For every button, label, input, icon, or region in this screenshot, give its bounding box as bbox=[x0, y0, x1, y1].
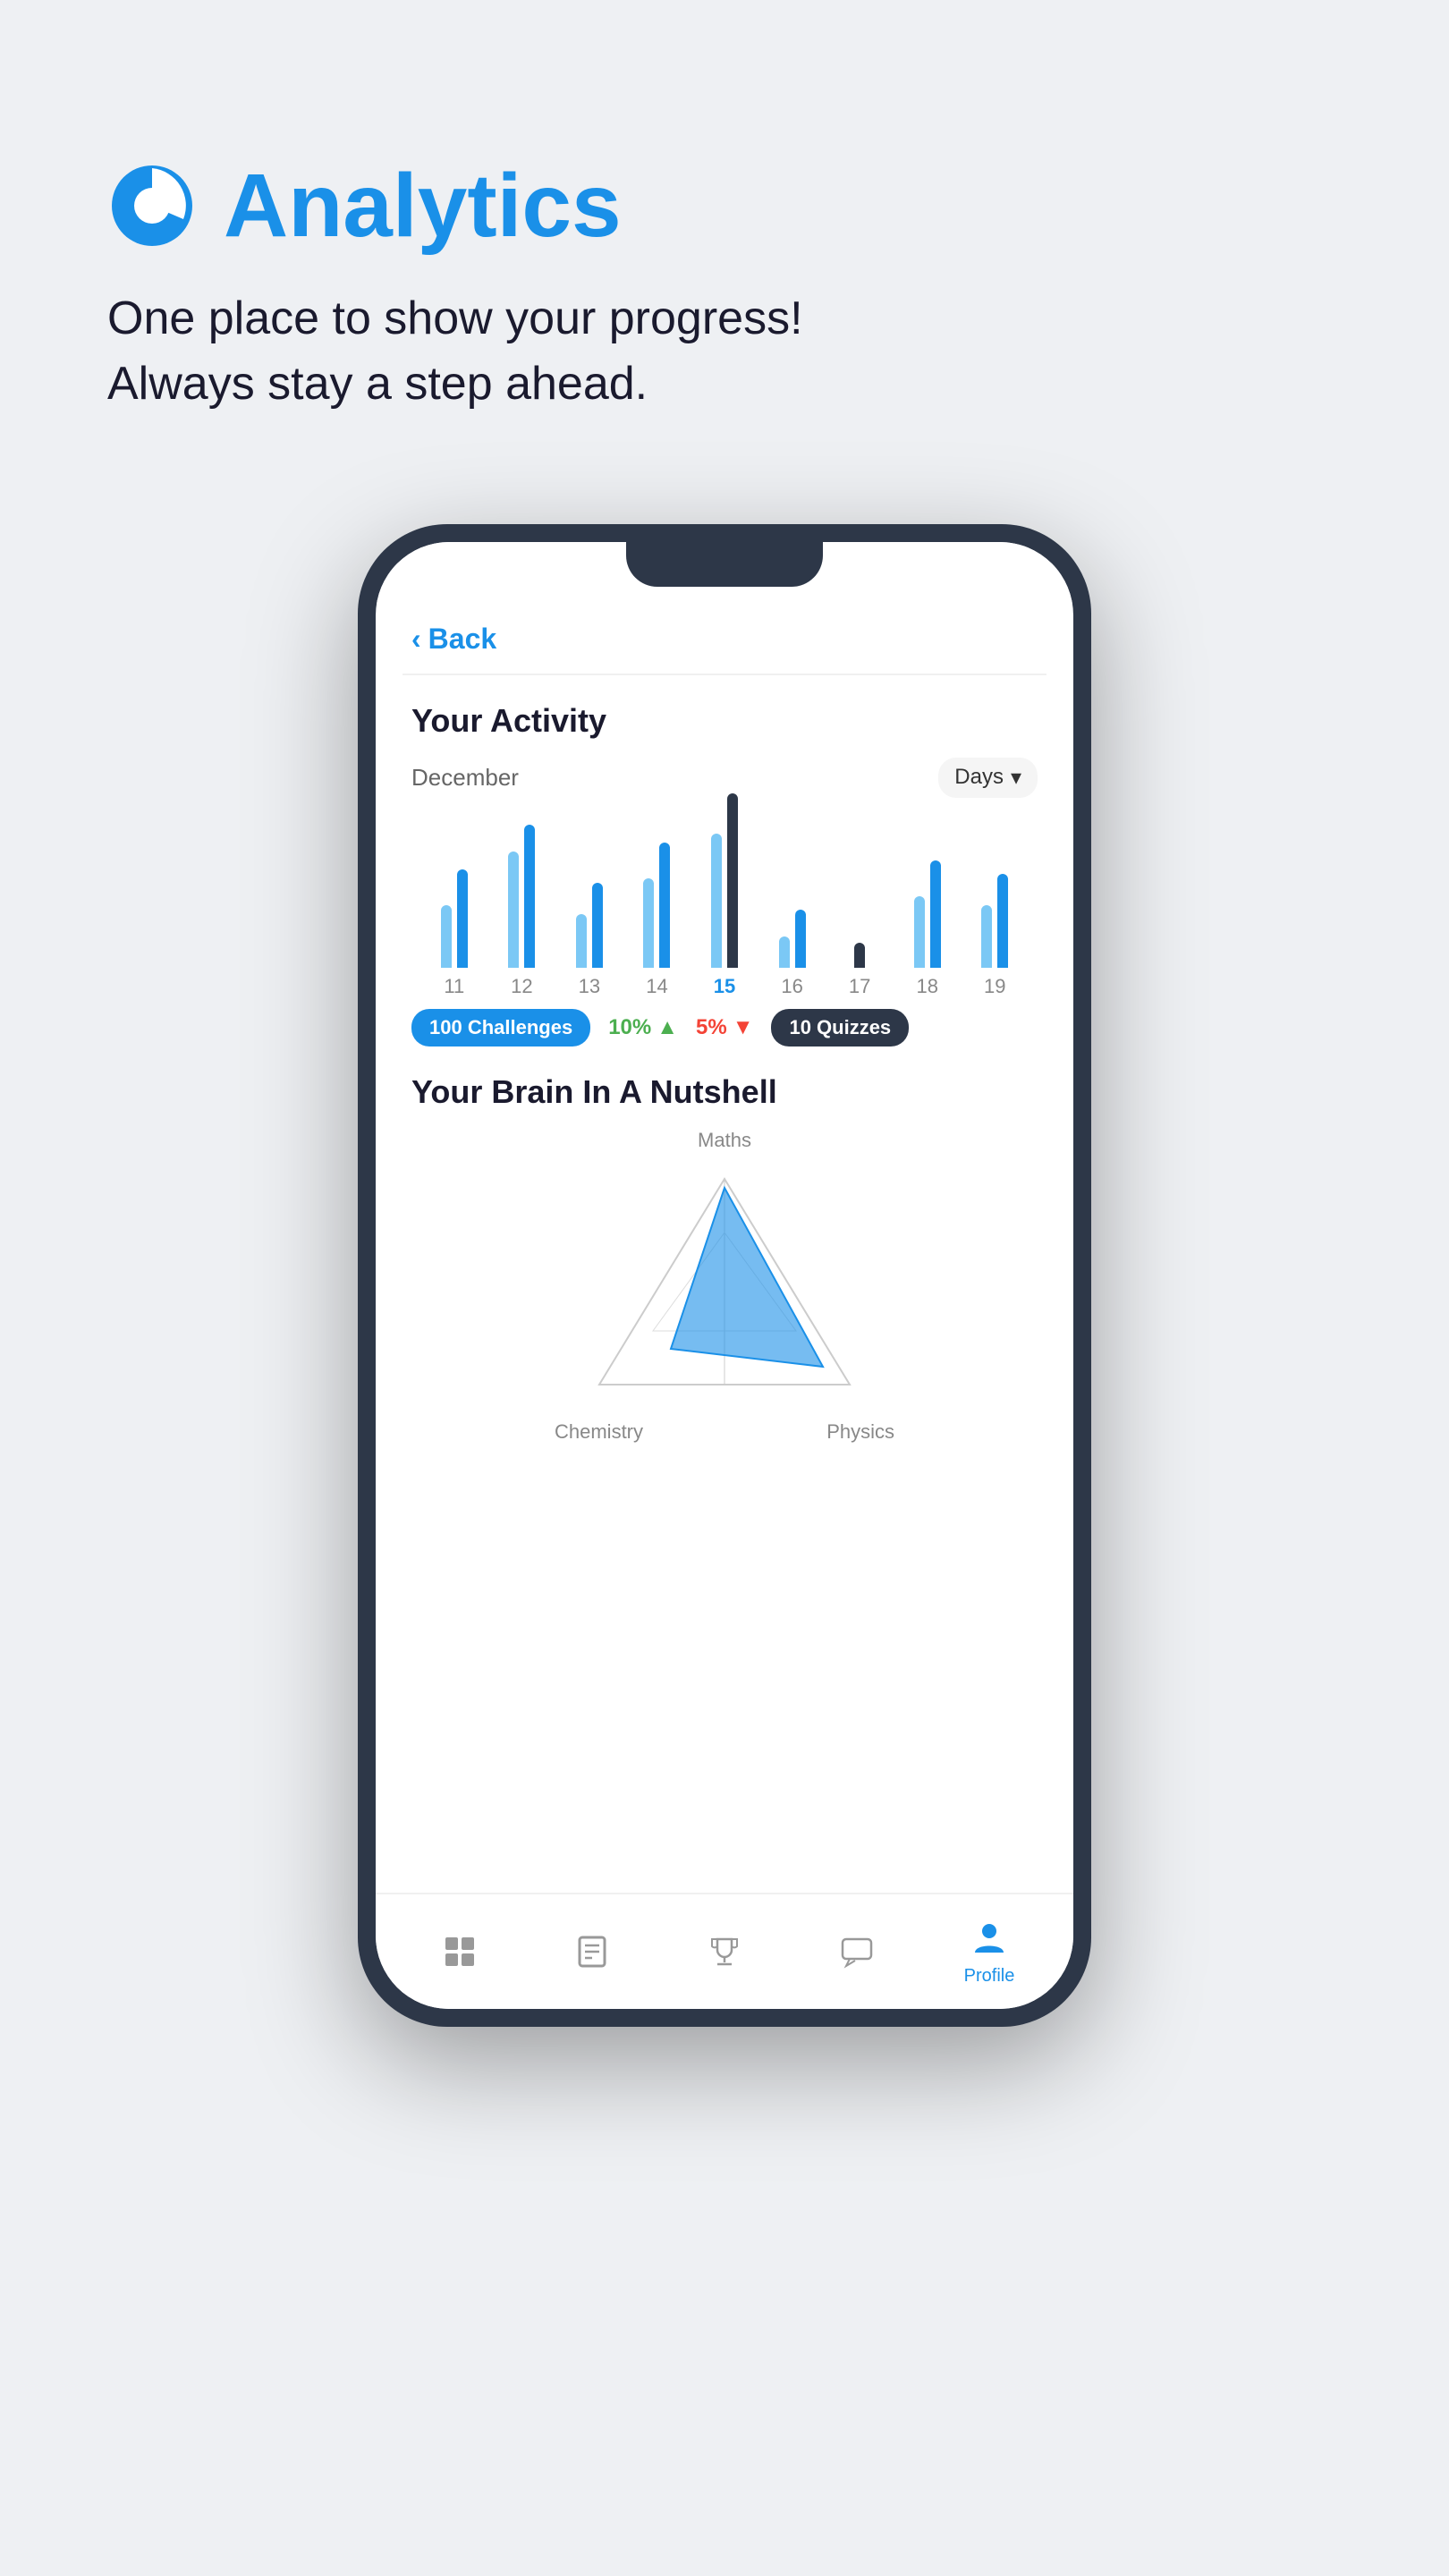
chart-month: December bbox=[411, 764, 519, 792]
challenges-badge: 100 Challenges bbox=[411, 1009, 590, 1046]
analytics-icon bbox=[107, 161, 197, 250]
chevron-left-icon: ‹ bbox=[411, 623, 421, 656]
screen-content: Your Activity December Days ▾ bbox=[376, 675, 1073, 1893]
stat-green: 10% ▲ bbox=[608, 1015, 678, 1040]
back-button[interactable]: ‹ Back bbox=[376, 605, 1073, 674]
nav-item-home[interactable] bbox=[394, 1929, 526, 1974]
radar-chart bbox=[581, 1161, 868, 1411]
book-icon bbox=[570, 1929, 614, 1974]
trophy-icon bbox=[702, 1929, 747, 1974]
bar-group-17: 17 bbox=[826, 943, 894, 998]
brain-section: Your Brain In A Nutshell Maths bbox=[411, 1073, 1038, 1444]
chevron-down-icon: ▾ bbox=[1011, 765, 1021, 791]
radar-label-physics: Physics bbox=[826, 1420, 894, 1444]
bar-group-18: 18 bbox=[894, 860, 962, 998]
page-title: Analytics bbox=[224, 161, 622, 250]
bar-group-19: 19 bbox=[962, 874, 1030, 998]
nav-item-chat[interactable] bbox=[791, 1929, 923, 1974]
bottom-nav: Profile bbox=[376, 1893, 1073, 2009]
activity-section: Your Activity December Days ▾ bbox=[411, 702, 1038, 1046]
bar-group-15: 15 bbox=[691, 793, 758, 998]
header-section: Analytics One place to show your progres… bbox=[107, 161, 803, 417]
nav-item-learn[interactable] bbox=[526, 1929, 658, 1974]
home-icon bbox=[437, 1929, 482, 1974]
arrow-down-icon: ▼ bbox=[733, 1015, 754, 1040]
chat-icon bbox=[835, 1929, 879, 1974]
bar-group-12: 12 bbox=[488, 825, 556, 998]
radar-labels-bottom: Chemistry Physics bbox=[555, 1420, 894, 1444]
title-row: Analytics bbox=[107, 161, 803, 250]
bar-group-13: 13 bbox=[555, 883, 623, 998]
chart-header: December Days ▾ bbox=[411, 758, 1038, 798]
arrow-up-icon: ▲ bbox=[657, 1015, 678, 1040]
phone-screen: ‹ Back Your Activity December Days ▾ bbox=[376, 542, 1073, 2009]
phone-mockup: ‹ Back Your Activity December Days ▾ bbox=[358, 524, 1091, 2027]
bar-group-11: 11 bbox=[420, 869, 488, 998]
days-dropdown[interactable]: Days ▾ bbox=[938, 758, 1038, 798]
profile-icon bbox=[967, 1916, 1012, 1961]
radar-label-maths: Maths bbox=[698, 1129, 751, 1152]
nav-item-profile[interactable]: Profile bbox=[923, 1916, 1055, 1987]
bar-group-16: 16 bbox=[758, 910, 826, 998]
phone-wrapper: ‹ Back Your Activity December Days ▾ bbox=[107, 524, 1342, 2027]
nav-label-profile: Profile bbox=[964, 1966, 1015, 1987]
activity-title: Your Activity bbox=[411, 702, 1038, 740]
stats-row: 100 Challenges 10% ▲ 5% ▼ 10 Quizzes bbox=[411, 1009, 1038, 1046]
bar-group-14: 14 bbox=[623, 843, 691, 998]
brain-title: Your Brain In A Nutshell bbox=[411, 1073, 1038, 1111]
quizzes-badge: 10 Quizzes bbox=[771, 1009, 909, 1046]
bar-chart: 11 12 bbox=[411, 819, 1038, 998]
radar-container: Maths bbox=[411, 1129, 1038, 1444]
phone-notch bbox=[626, 542, 823, 587]
page-wrapper: Analytics One place to show your progres… bbox=[0, 0, 1449, 2576]
nav-item-trophy[interactable] bbox=[658, 1929, 791, 1974]
radar-label-chemistry: Chemistry bbox=[555, 1420, 643, 1444]
stat-red: 5% ▼ bbox=[696, 1015, 753, 1040]
subtitle: One place to show your progress! Always … bbox=[107, 286, 803, 417]
